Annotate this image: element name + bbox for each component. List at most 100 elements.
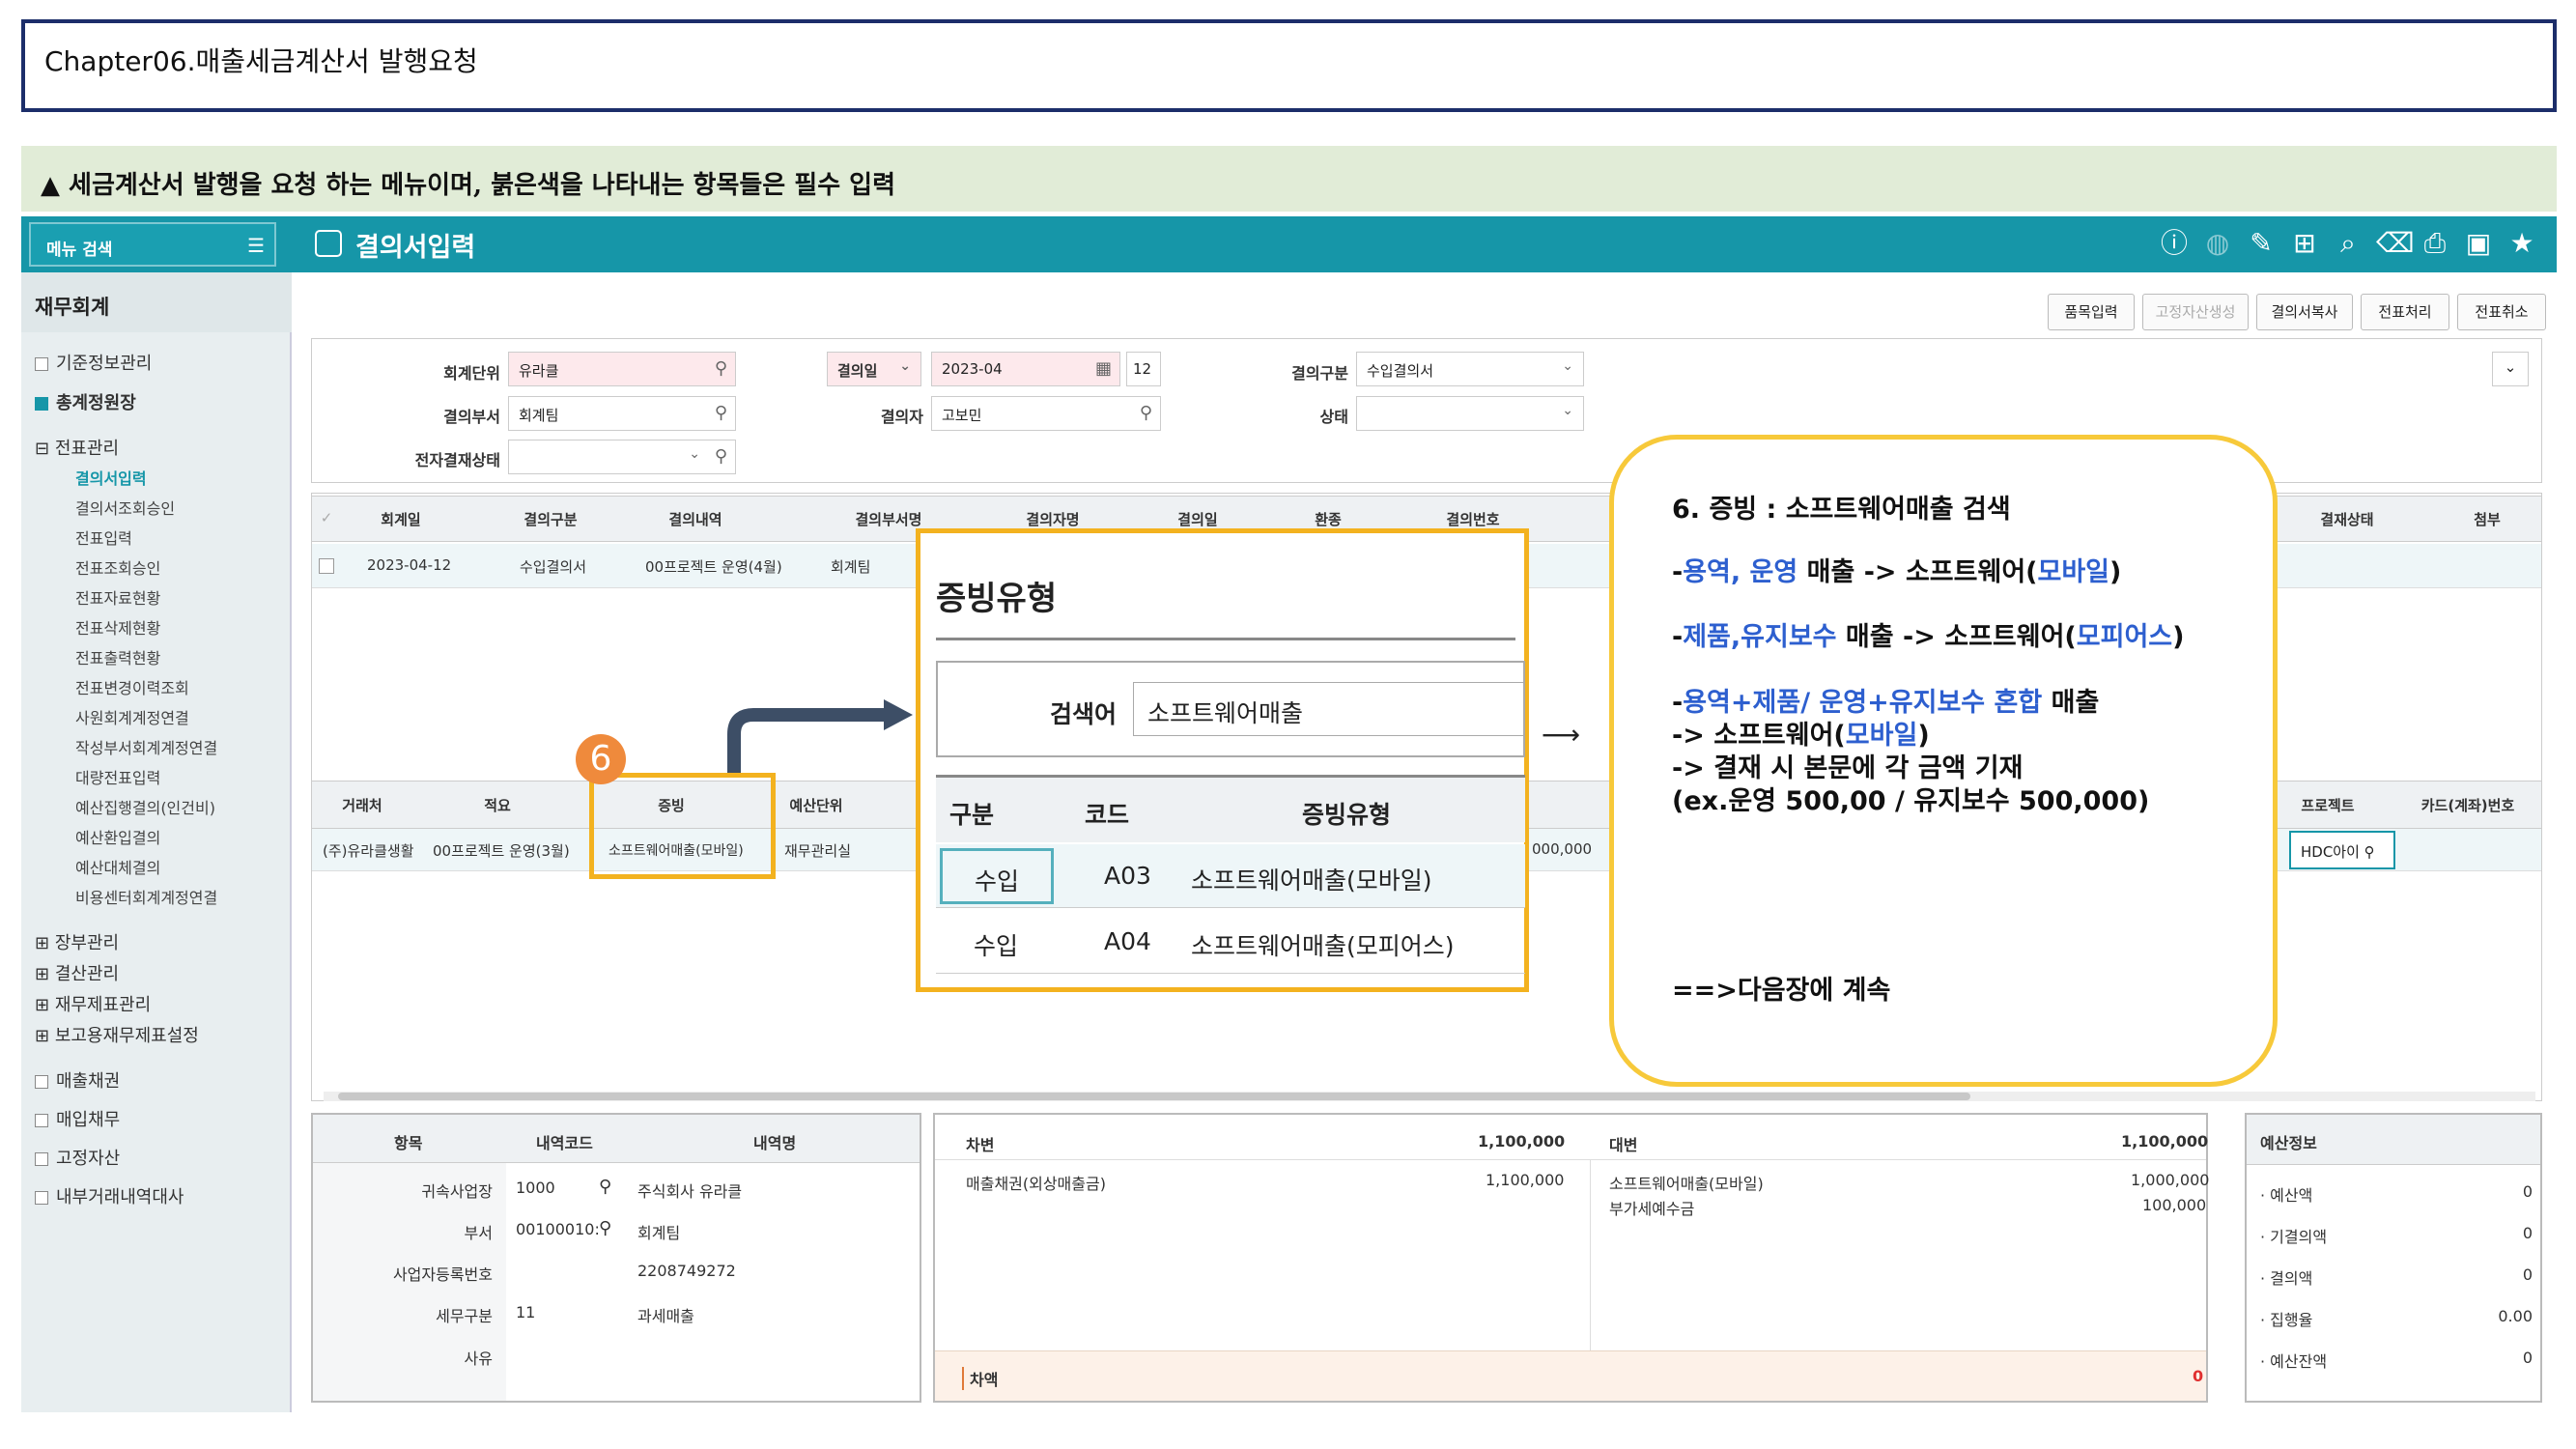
grid1-col: 결의자명 bbox=[1026, 511, 1080, 528]
app-title: 결의서입력 bbox=[355, 233, 476, 263]
sidebar-sub[interactable]: 전표조회승인 bbox=[75, 555, 160, 579]
process-button[interactable]: 전표처리 bbox=[2361, 294, 2449, 330]
search-icon: ⚲ bbox=[1139, 403, 1152, 423]
cancel-button[interactable]: 전표취소 bbox=[2457, 294, 2546, 330]
debit-amount: 1,100,000 bbox=[1486, 1171, 1565, 1189]
banner-text: ▲ 세금계산서 발행을 요청 하는 메뉴이며, 붉은색을 나타내는 항목들은 필… bbox=[41, 171, 896, 200]
esign-select[interactable]: ⌄ ⚲ bbox=[508, 440, 736, 474]
sidebar-sub[interactable]: 전표입력 bbox=[75, 526, 132, 549]
add-icon[interactable]: ⊞ bbox=[2289, 228, 2320, 259]
highlight-evidence-cell bbox=[589, 773, 776, 879]
sidebar-item[interactable]: 매입채무 bbox=[35, 1106, 120, 1131]
copy-button[interactable]: 결의서복사 bbox=[2256, 294, 2353, 330]
budget-value: 0 bbox=[2522, 1182, 2533, 1201]
dept-field[interactable]: 회계팀 ⚲ bbox=[508, 396, 736, 431]
status-label: 상태 bbox=[1319, 408, 1348, 426]
sidebar-sub[interactable]: 전표삭제현황 bbox=[75, 615, 160, 639]
grid1-check-header[interactable]: ✓ bbox=[319, 509, 334, 526]
sidebar-sub[interactable]: 전표자료현황 bbox=[75, 585, 160, 609]
row-checkbox[interactable] bbox=[319, 558, 334, 574]
grid1-col: 결의부서명 bbox=[855, 511, 922, 528]
globe-icon[interactable]: ◍ bbox=[2202, 228, 2233, 259]
sidebar-sub[interactable]: 결의서조회승인 bbox=[75, 496, 175, 519]
sidebar-sub[interactable]: 대량전표입력 bbox=[75, 765, 160, 788]
sidebar-sub[interactable]: 전표변경이력조회 bbox=[75, 675, 189, 698]
date-type-select[interactable]: 결의일 ⌄ bbox=[827, 352, 921, 386]
grid1-col: 회계일 bbox=[381, 511, 421, 528]
sidebar-item[interactable]: 매출채권 bbox=[35, 1067, 120, 1093]
sidebar-item-voucher[interactable]: ⊟ 전표관리 bbox=[35, 435, 119, 460]
scrollbar-thumb[interactable] bbox=[338, 1093, 1970, 1100]
diff-row bbox=[935, 1350, 2206, 1401]
esign-label: 전자결재상태 bbox=[414, 451, 500, 469]
callout-line: ==>다음장에 계속 bbox=[1672, 976, 1891, 1006]
detail-label: 부서 bbox=[464, 1224, 493, 1242]
writer-field[interactable]: 고보민 ⚲ bbox=[931, 396, 1161, 431]
unit-field[interactable]: 유라클 ⚲ bbox=[508, 352, 736, 386]
callout-line: 6. 증빙 : 소프트웨어매출 검색 bbox=[1672, 495, 2011, 525]
search-icon[interactable]: ⚲ bbox=[599, 1218, 611, 1238]
status-select[interactable]: ⌄ bbox=[1356, 396, 1584, 431]
popup-cell: A03 bbox=[1104, 862, 1151, 890]
grid1-cell: 2023-04-12 bbox=[367, 556, 452, 574]
fixed-asset-button[interactable]: 고정자산생성 bbox=[2142, 294, 2249, 330]
popup-title: 증빙유형 bbox=[936, 580, 1058, 618]
save-icon[interactable]: ▣ bbox=[2463, 228, 2494, 259]
print-icon[interactable]: ⎙ bbox=[2420, 228, 2450, 259]
detail-value: 회계팀 bbox=[637, 1224, 681, 1242]
grid2-cell: 00프로젝트 운영(3월) bbox=[433, 842, 570, 860]
item-input-button[interactable]: 품목입력 bbox=[2048, 294, 2135, 330]
debit-total: 1,100,000 bbox=[1478, 1132, 1566, 1151]
sidebar-sub[interactable]: 예산대체결의 bbox=[75, 855, 160, 878]
sidebar-item-basic[interactable]: 기준정보관리 bbox=[35, 350, 152, 375]
sidebar-sub[interactable]: 예산환입결의 bbox=[75, 825, 160, 848]
sidebar-sub[interactable]: 전표출력현황 bbox=[75, 645, 160, 668]
pen-icon[interactable]: ✎ bbox=[2246, 228, 2277, 259]
popup-col: 증빙유형 bbox=[1302, 801, 1392, 829]
sidebar-sub[interactable]: 비용센터회계계정연결 bbox=[75, 885, 217, 908]
budget-label: · 예산액 bbox=[2260, 1186, 2313, 1205]
window-icon bbox=[315, 230, 342, 257]
menu-search-input[interactable]: 메뉴 검색 ☰ bbox=[29, 222, 276, 267]
grid2-col: 프로젝트 bbox=[2301, 797, 2355, 814]
sidebar-sub-active[interactable]: 결의서입력 bbox=[75, 466, 147, 489]
search-icon[interactable]: ⚲ bbox=[599, 1177, 611, 1197]
date-day-field[interactable]: 12 bbox=[1126, 352, 1161, 386]
sidebar-item-ledger[interactable]: 총계정원장 bbox=[35, 389, 136, 414]
budget-value: 0.00 bbox=[2498, 1307, 2533, 1325]
expand-button[interactable]: ⌄ bbox=[2492, 352, 2529, 386]
delete-icon[interactable]: ⌫ bbox=[2376, 228, 2415, 259]
date-field[interactable]: 2023-04 ▦ bbox=[931, 352, 1120, 386]
credit-label: 대변 bbox=[1609, 1136, 1638, 1154]
sidebar-sub[interactable]: 사원회계계정연결 bbox=[75, 705, 189, 728]
detail-value: 2208749272 bbox=[637, 1262, 736, 1280]
page-title: Chapter06.매출세금계산서 발행요청 bbox=[44, 45, 478, 77]
preview-icon[interactable]: ⌕ bbox=[2333, 228, 2364, 259]
grid2-col: 적요 bbox=[484, 797, 511, 814]
menu-search-label: 메뉴 검색 bbox=[46, 241, 113, 260]
detail-col: 내역명 bbox=[753, 1134, 797, 1152]
step-marker: 6 bbox=[576, 734, 626, 784]
popup-cell: 수입 bbox=[940, 848, 1054, 904]
sidebar-item[interactable]: ⊞ 재무제표관리 bbox=[35, 991, 151, 1016]
sidebar-sub[interactable]: 예산집행결의(인건비) bbox=[75, 795, 215, 818]
detail-code[interactable]: 11 bbox=[516, 1303, 535, 1321]
detail-code[interactable]: 1000 bbox=[516, 1179, 555, 1197]
calendar-icon: ▦ bbox=[1094, 358, 1112, 379]
grid1-col: 결재상태 bbox=[2320, 511, 2374, 528]
info-icon[interactable]: ⓘ bbox=[2159, 228, 2190, 259]
type-select[interactable]: 수입결의서 ⌄ bbox=[1356, 352, 1584, 386]
popup-search-input[interactable]: 소프트웨어매출 bbox=[1133, 682, 1525, 736]
sidebar-sub[interactable]: 작성부서회계계정연결 bbox=[75, 735, 217, 758]
sidebar-item[interactable]: ⊞ 장부관리 bbox=[35, 929, 119, 954]
detail-col: 내역코드 bbox=[536, 1134, 593, 1152]
sidebar-item[interactable]: ⊞ 보고용재무제표설정 bbox=[35, 1022, 199, 1047]
project-field[interactable]: HDC아이 ⚲ bbox=[2289, 831, 2395, 869]
diff-label: 차액 bbox=[962, 1367, 998, 1390]
detail-code[interactable]: 00100010: bbox=[516, 1220, 600, 1238]
sidebar-item[interactable]: 고정자산 bbox=[35, 1145, 120, 1170]
callout-line: -제품,유지보수 매출 -> 소프트웨어(모피어스) bbox=[1672, 622, 2185, 652]
favorite-icon[interactable]: ★ bbox=[2506, 228, 2537, 259]
sidebar-item[interactable]: ⊞ 결산관리 bbox=[35, 960, 119, 985]
sidebar-item[interactable]: 내부거래내역대사 bbox=[35, 1183, 184, 1208]
